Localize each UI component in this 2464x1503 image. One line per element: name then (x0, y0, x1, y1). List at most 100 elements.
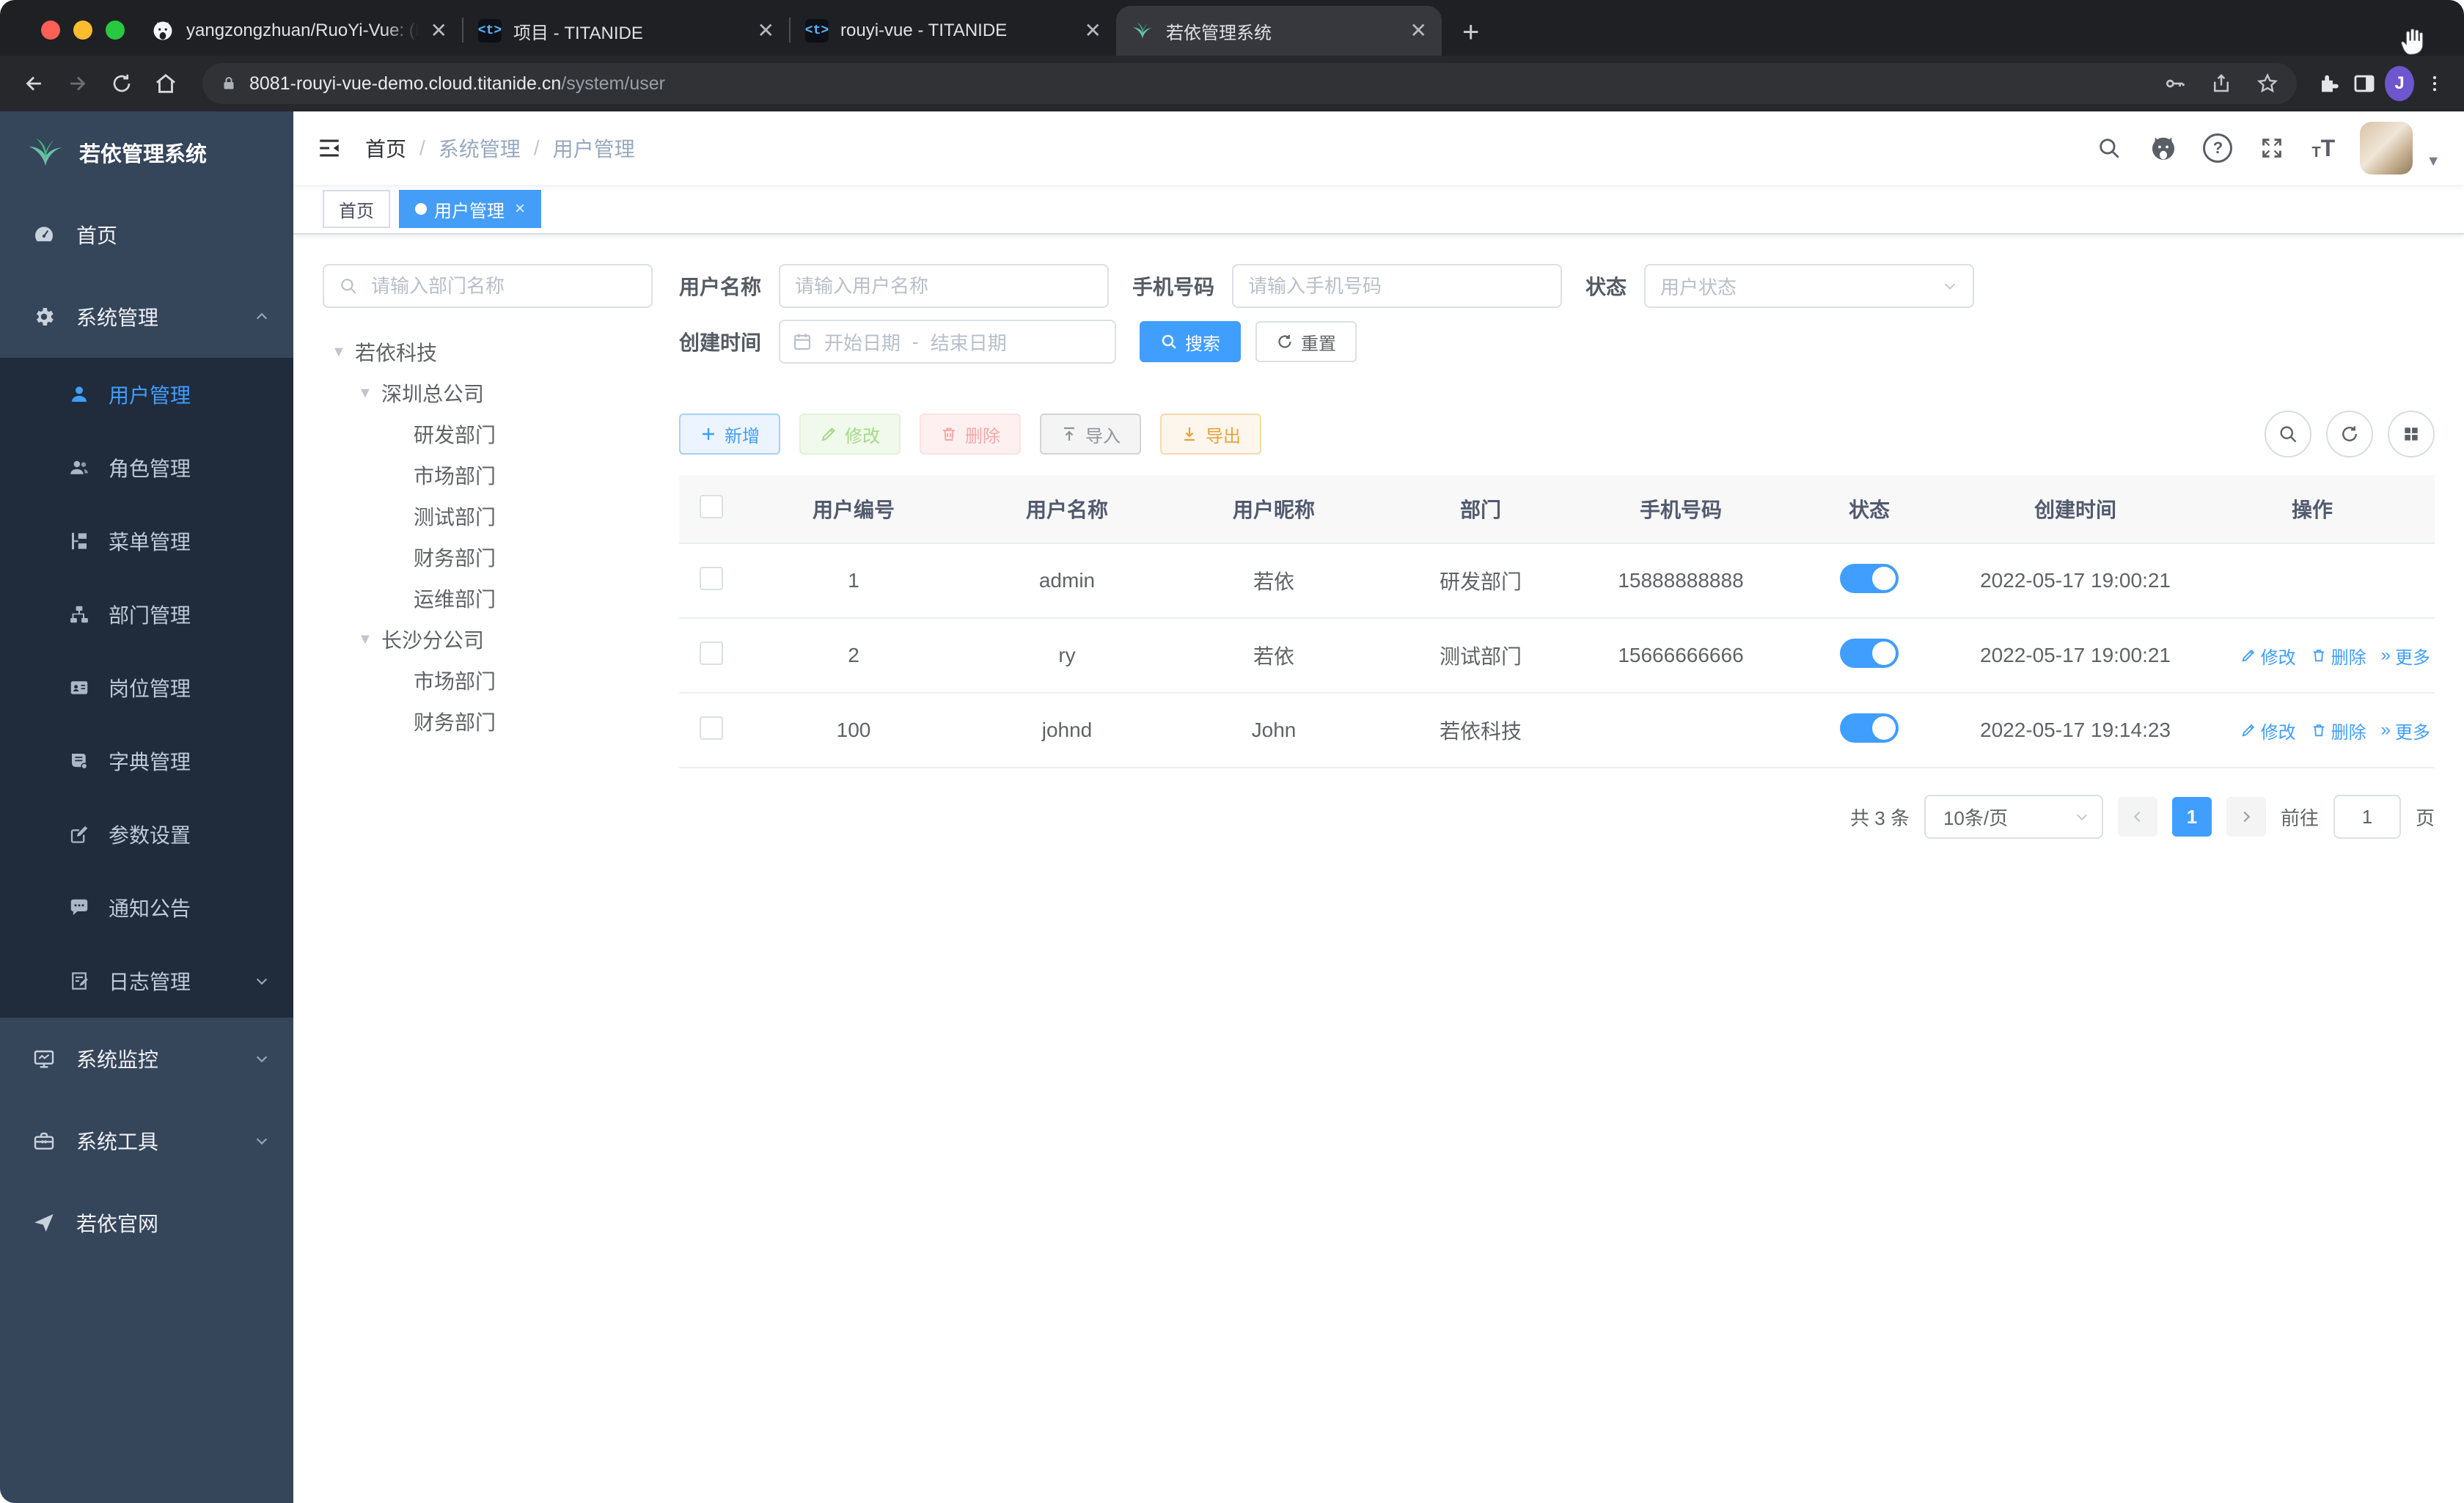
tab-close-icon[interactable]: ✕ (1085, 21, 1101, 41)
minimize-window-button[interactable] (73, 21, 92, 40)
reset-button[interactable]: 重置 (1255, 321, 1357, 362)
sidebar-item-system-mgmt[interactable]: 系统管理 (0, 276, 293, 358)
import-button[interactable]: 导入 (1040, 414, 1141, 455)
status-toggle-on[interactable] (1840, 638, 1899, 668)
tree-node[interactable]: 财务部门 (323, 537, 653, 578)
row-edit-link[interactable]: 修改 (2240, 643, 2296, 669)
caret-down-icon[interactable]: ▼ (358, 385, 373, 402)
table-row[interactable]: 100 johnd John 若依科技 2022-05-17 19:14:23 (679, 693, 2435, 768)
close-window-button[interactable] (41, 21, 60, 40)
zoom-window-button[interactable] (106, 21, 125, 40)
prev-page-button[interactable] (2117, 797, 2157, 837)
delete-button[interactable]: 删除 (920, 414, 1021, 455)
tag-close-icon[interactable]: × (515, 199, 525, 219)
font-size-icon[interactable]: TT (2311, 136, 2335, 160)
row-delete-link[interactable]: 删除 (2311, 643, 2366, 669)
dept-search-box[interactable] (323, 264, 653, 308)
refresh-icon[interactable] (2326, 411, 2373, 457)
sidebar-item-system-monitor[interactable]: 系统监控 (0, 1018, 293, 1100)
tree-node[interactable]: 运维部门 (323, 578, 653, 619)
key-icon[interactable] (2163, 72, 2187, 95)
sidebar-item-home[interactable]: 首页 (0, 194, 293, 276)
browser-tab-ruoyi-active[interactable]: 若依管理系统 ✕ (1116, 6, 1442, 56)
status-toggle-on[interactable] (1840, 563, 1899, 593)
current-page-button[interactable]: 1 (2171, 797, 2212, 837)
tree-node[interactable]: ▼ 长沙分公司 (323, 619, 653, 660)
sidebar-item-role-mgmt[interactable]: 角色管理 (0, 431, 293, 504)
extensions-puzzle-icon[interactable] (2314, 69, 2344, 98)
export-button[interactable]: 导出 (1160, 414, 1261, 455)
sidebar-item-param-settings[interactable]: 参数设置 (0, 798, 293, 871)
header-search-icon[interactable] (2094, 133, 2124, 163)
app-logo[interactable]: 若依管理系统 (0, 111, 293, 194)
forward-icon[interactable] (59, 65, 97, 103)
row-delete-link[interactable]: 删除 (2311, 718, 2366, 743)
sidebar-item-ruoyi-website[interactable]: 若依官网 (0, 1182, 293, 1264)
dept-search-input[interactable] (368, 273, 637, 299)
back-icon[interactable] (15, 65, 53, 103)
tag-home[interactable]: 首页 (323, 190, 390, 228)
help-icon[interactable]: ? (2203, 133, 2233, 163)
tab-close-icon[interactable]: ✕ (758, 21, 774, 41)
tab-close-icon[interactable]: ✕ (1410, 21, 1427, 41)
tree-node[interactable]: ▼ 深圳总公司 (323, 372, 653, 414)
select-all-checkbox[interactable] (700, 494, 723, 518)
caret-down-icon[interactable]: ▼ (331, 344, 346, 361)
tree-node[interactable]: 测试部门 (323, 496, 653, 537)
tree-node[interactable]: 市场部门 (323, 455, 653, 496)
show-search-icon[interactable] (2265, 411, 2311, 457)
tree-node[interactable]: 研发部门 (323, 414, 653, 455)
edit-button[interactable]: 修改 (799, 414, 901, 455)
sidebar-item-user-mgmt[interactable]: 用户管理 (0, 358, 293, 431)
sidebar-item-log-mgmt[interactable]: 日志管理 (0, 944, 293, 1018)
status-toggle-on[interactable] (1840, 713, 1899, 743)
table-row[interactable]: 1 admin 若依 研发部门 15888888888 2022-05-17 1… (679, 543, 2435, 619)
browser-tab-titanide-1[interactable]: <t> 项目 - TITANIDE ✕ (463, 6, 789, 56)
sidebar-item-dept-mgmt[interactable]: 部门管理 (0, 578, 293, 651)
tab-close-icon[interactable]: ✕ (430, 21, 447, 41)
bookmark-star-icon[interactable] (2256, 72, 2279, 95)
browser-menu-icon[interactable] (2420, 69, 2449, 98)
sidebar-item-post-mgmt[interactable]: 岗位管理 (0, 651, 293, 724)
row-checkbox[interactable] (700, 716, 723, 740)
browser-tab-titanide-2[interactable]: <t> rouyi-vue - TITANIDE ✕ (791, 6, 1116, 56)
address-bar[interactable]: 8081-rouyi-vue-demo.cloud.titanide.cn/sy… (202, 63, 2297, 104)
row-more-link[interactable]: » 更多 (2381, 643, 2430, 669)
share-icon[interactable] (2210, 72, 2232, 95)
row-more-link[interactable]: » 更多 (2381, 718, 2430, 743)
page-size-select[interactable]: 10条/页 (1924, 795, 2103, 839)
github-icon[interactable] (2149, 133, 2178, 163)
row-edit-link[interactable]: 修改 (2240, 718, 2296, 743)
tag-user-mgmt-active[interactable]: 用户管理 × (399, 190, 542, 228)
breadcrumb-home[interactable]: 首页 (365, 133, 406, 163)
reload-icon[interactable] (103, 65, 141, 103)
home-icon[interactable] (147, 65, 185, 103)
table-row[interactable]: 2 ry 若依 测试部门 15666666666 2022-05-17 19:0… (679, 618, 2435, 694)
add-button[interactable]: 新增 (679, 414, 780, 455)
side-panel-icon[interactable] (2350, 69, 2379, 98)
sidebar-item-system-tools[interactable]: 系统工具 (0, 1100, 293, 1182)
next-page-button[interactable] (2226, 797, 2266, 837)
sidebar-item-notice[interactable]: 通知公告 (0, 871, 293, 944)
sidebar-collapse-icon[interactable] (317, 136, 342, 161)
tree-node[interactable]: ▼ 若依科技 (323, 331, 653, 372)
browser-profile-avatar[interactable]: J (2385, 66, 2414, 101)
sidebar-item-dict-mgmt[interactable]: 字典管理 (0, 724, 293, 798)
goto-page-input[interactable] (2333, 795, 2401, 839)
user-avatar[interactable] (2360, 122, 2413, 174)
row-checkbox[interactable] (700, 566, 723, 590)
row-checkbox[interactable] (700, 641, 723, 665)
fullscreen-icon[interactable] (2257, 133, 2287, 163)
sidebar-item-menu-mgmt[interactable]: 菜单管理 (0, 504, 293, 578)
columns-grid-icon[interactable] (2388, 411, 2435, 457)
date-range-picker[interactable]: 开始日期 - 结束日期 (779, 320, 1117, 364)
username-input[interactable] (779, 264, 1110, 308)
tree-node[interactable]: 市场部门 (323, 660, 653, 701)
search-button[interactable]: 搜索 (1140, 321, 1242, 362)
tree-node[interactable]: 财务部门 (323, 701, 653, 742)
caret-down-icon[interactable]: ▼ (358, 631, 373, 648)
browser-tab-github[interactable]: yangzongzhuan/RuoYi-Vue: (Ru ✕ (136, 6, 462, 56)
new-tab-button[interactable]: + (1462, 18, 1479, 47)
phone-input[interactable] (1232, 264, 1563, 308)
status-select[interactable]: 用户状态 (1644, 264, 1975, 308)
